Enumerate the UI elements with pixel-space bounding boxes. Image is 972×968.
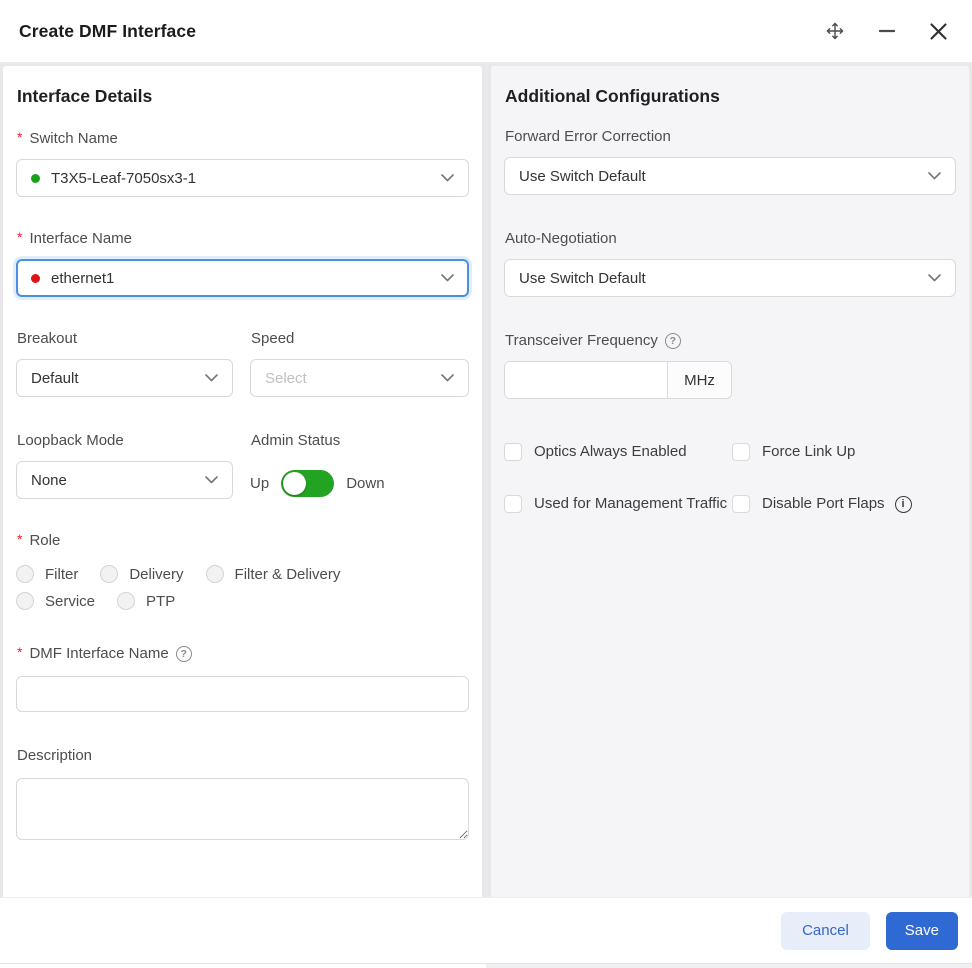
- disable-port-flaps-checkbox[interactable]: Disable Port Flaps i: [732, 491, 956, 517]
- additional-configurations-heading: Additional Configurations: [505, 86, 955, 107]
- required-marker: *: [17, 531, 22, 544]
- chevron-down-icon: [441, 174, 454, 182]
- role-label: * Role: [17, 531, 468, 551]
- interface-details-panel: Interface Details * Switch Name T3X5-Lea…: [2, 65, 483, 897]
- radio-icon: [16, 592, 34, 610]
- radio-icon: [117, 592, 135, 610]
- optics-always-enabled-checkbox[interactable]: Optics Always Enabled: [504, 439, 732, 465]
- additional-configurations-panel: Additional Configurations Forward Error …: [490, 65, 970, 897]
- interface-name-label: * Interface Name: [17, 229, 468, 249]
- chevron-down-icon: [205, 476, 218, 484]
- forward-error-correction-select[interactable]: Use Switch Default: [504, 157, 956, 195]
- switch-status-dot: [31, 174, 40, 183]
- admin-status-label: Admin Status: [251, 431, 468, 451]
- radio-icon: [100, 565, 118, 583]
- forward-error-correction-label: Forward Error Correction: [505, 127, 955, 147]
- required-marker: *: [17, 129, 22, 142]
- interface-details-heading: Interface Details: [17, 86, 468, 107]
- description-label: Description: [17, 746, 468, 766]
- dialog-header: Create DMF Interface: [0, 0, 972, 63]
- admin-status-control: Up Down: [250, 470, 469, 497]
- dialog-header-actions: [823, 19, 950, 43]
- role-option-filter[interactable]: Filter: [16, 565, 78, 583]
- auto-negotiation-label: Auto-Negotiation: [505, 229, 955, 249]
- used-for-management-traffic-checkbox[interactable]: Used for Management Traffic: [504, 491, 732, 517]
- transceiver-frequency-group: MHz: [504, 361, 732, 399]
- role-radio-group: Filter Delivery Filter & Delivery Servic…: [16, 565, 469, 610]
- breakout-value: Default: [31, 370, 79, 387]
- close-icon[interactable]: [927, 20, 950, 43]
- admin-status-toggle[interactable]: [281, 470, 334, 497]
- dialog-footer: Cancel Save: [0, 897, 972, 963]
- force-link-up-checkbox[interactable]: Force Link Up: [732, 439, 956, 465]
- speed-select[interactable]: Select: [250, 359, 469, 397]
- checkbox-icon: [504, 495, 522, 513]
- admin-status-down-label: Down: [346, 475, 384, 492]
- move-icon[interactable]: [823, 19, 847, 43]
- chevron-down-icon: [928, 172, 941, 180]
- dmf-interface-name-input[interactable]: [16, 676, 469, 712]
- role-option-filter-and-delivery[interactable]: Filter & Delivery: [206, 565, 341, 583]
- checkbox-icon: [732, 495, 750, 513]
- role-option-ptp[interactable]: PTP: [117, 592, 175, 610]
- radio-icon: [16, 565, 34, 583]
- interface-name-select[interactable]: ethernet1: [16, 259, 469, 297]
- cancel-button[interactable]: Cancel: [781, 912, 870, 950]
- breakout-select[interactable]: Default: [16, 359, 233, 397]
- dialog-body: Interface Details * Switch Name T3X5-Lea…: [0, 63, 972, 897]
- required-marker: *: [17, 644, 22, 657]
- loopback-mode-value: None: [31, 472, 67, 489]
- info-icon[interactable]: i: [895, 496, 912, 513]
- switch-name-label: * Switch Name: [17, 129, 468, 149]
- speed-placeholder: Select: [265, 370, 307, 387]
- chevron-down-icon: [928, 274, 941, 282]
- radio-icon: [206, 565, 224, 583]
- chevron-down-icon: [441, 374, 454, 382]
- checkbox-icon: [732, 443, 750, 461]
- auto-negotiation-value: Use Switch Default: [519, 270, 646, 287]
- breakout-label: Breakout: [17, 329, 232, 349]
- loopback-mode-label: Loopback Mode: [17, 431, 232, 451]
- checkbox-icon: [504, 443, 522, 461]
- role-option-service[interactable]: Service: [16, 592, 95, 610]
- dialog-title: Create DMF Interface: [19, 21, 196, 42]
- description-textarea[interactable]: [16, 778, 469, 840]
- chevron-down-icon: [205, 374, 218, 382]
- auto-negotiation-select[interactable]: Use Switch Default: [504, 259, 956, 297]
- transceiver-frequency-label: Transceiver Frequency ?: [505, 331, 955, 351]
- help-icon[interactable]: ?: [665, 333, 681, 349]
- role-option-delivery[interactable]: Delivery: [100, 565, 183, 583]
- admin-status-up-label: Up: [250, 475, 269, 492]
- mhz-unit-addon: MHz: [667, 362, 731, 398]
- required-marker: *: [17, 229, 22, 242]
- loopback-mode-select[interactable]: None: [16, 461, 233, 499]
- background-edge-strip: [0, 963, 972, 968]
- fec-value: Use Switch Default: [519, 168, 646, 185]
- switch-name-select[interactable]: T3X5-Leaf-7050sx3-1: [16, 159, 469, 197]
- dmf-interface-name-label: * DMF Interface Name ?: [17, 644, 468, 664]
- interface-name-value: ethernet1: [51, 270, 114, 287]
- speed-label: Speed: [251, 329, 468, 349]
- transceiver-frequency-input[interactable]: [505, 362, 667, 398]
- help-icon[interactable]: ?: [176, 646, 192, 662]
- save-button[interactable]: Save: [886, 912, 958, 950]
- minimize-icon[interactable]: [877, 26, 897, 36]
- toggle-knob: [283, 472, 306, 495]
- create-dmf-interface-dialog: Create DMF Interface Interface Details *: [0, 0, 972, 968]
- interface-status-dot: [31, 274, 40, 283]
- chevron-down-icon: [441, 274, 454, 282]
- switch-name-value: T3X5-Leaf-7050sx3-1: [51, 170, 196, 187]
